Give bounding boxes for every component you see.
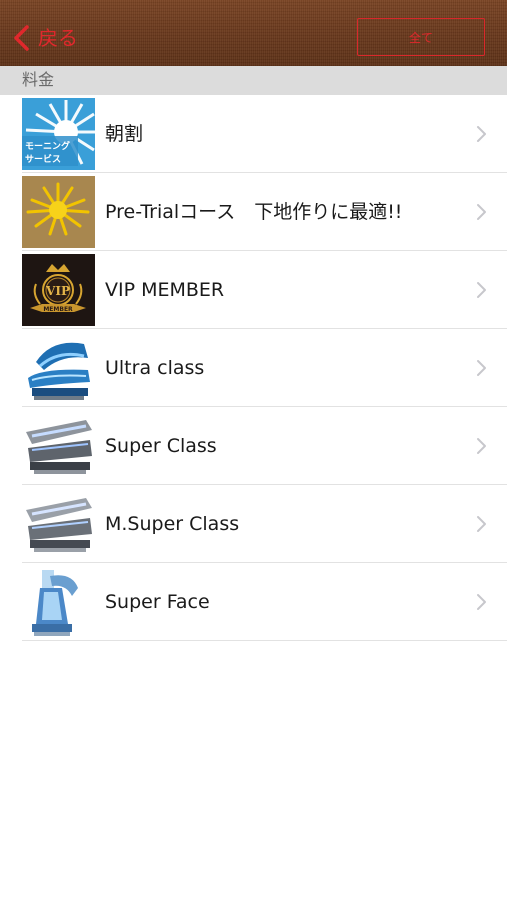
chevron-right-icon (477, 516, 486, 532)
face-tanner-icon (22, 566, 95, 638)
price-list: モーニング サービス 朝割 Pre-Trialコース 下地作りに最適!! VIP… (0, 95, 507, 641)
morning-service-icon: モーニング サービス (22, 98, 95, 170)
chevron-right-icon (477, 204, 486, 220)
back-button[interactable]: 戻る (10, 20, 78, 56)
back-label: 戻る (38, 26, 78, 50)
sun-burst-icon (22, 176, 95, 248)
chevron-right-icon (477, 360, 486, 376)
all-button[interactable]: 全て (357, 18, 485, 56)
list-item-label: VIP MEMBER (105, 279, 225, 301)
all-button-label: 全て (408, 30, 433, 45)
svg-text:MEMBER: MEMBER (43, 306, 73, 313)
section-title: 料金 (22, 70, 55, 89)
list-item-super-face[interactable]: Super Face (0, 563, 507, 641)
chevron-right-icon (477, 594, 486, 610)
app-screen: 戻る 全て 料金 モーニング サービス 朝割 Pre-Trialコース 下地作り… (0, 0, 507, 900)
chevron-left-icon (14, 25, 29, 51)
list-item-label: Pre-Trialコース 下地作りに最適!! (105, 201, 403, 223)
section-header: 料金 (0, 66, 507, 95)
list-item-label: Super Class (105, 435, 217, 457)
vip-badge-icon: VIP MEMBER (22, 254, 95, 326)
list-item-ultra-class[interactable]: Ultra class (0, 329, 507, 407)
svg-text:VIP: VIP (45, 284, 70, 298)
list-item-super-class[interactable]: Super Class (0, 407, 507, 485)
tanning-bed-icon (22, 488, 95, 560)
list-item-label: 朝割 (105, 123, 144, 145)
list-item-label: Super Face (105, 591, 210, 613)
list-item-morning[interactable]: モーニング サービス 朝割 (0, 95, 507, 173)
list-item-vip-member[interactable]: VIP MEMBER VIP MEMBER (0, 251, 507, 329)
svg-text:サービス: サービス (25, 153, 61, 165)
svg-text:モーニング: モーニング (25, 140, 70, 152)
chevron-right-icon (477, 126, 486, 142)
chevron-right-icon (477, 438, 486, 454)
list-item-pre-trial[interactable]: Pre-Trialコース 下地作りに最適!! (0, 173, 507, 251)
chevron-right-icon (477, 282, 486, 298)
tanning-bed-icon (22, 410, 95, 482)
list-item-label: Ultra class (105, 357, 205, 379)
navigation-bar: 戻る 全て (0, 0, 507, 66)
list-item-m-super-class[interactable]: M.Super Class (0, 485, 507, 563)
list-item-label: M.Super Class (105, 513, 240, 535)
tanning-bed-icon (22, 332, 95, 404)
